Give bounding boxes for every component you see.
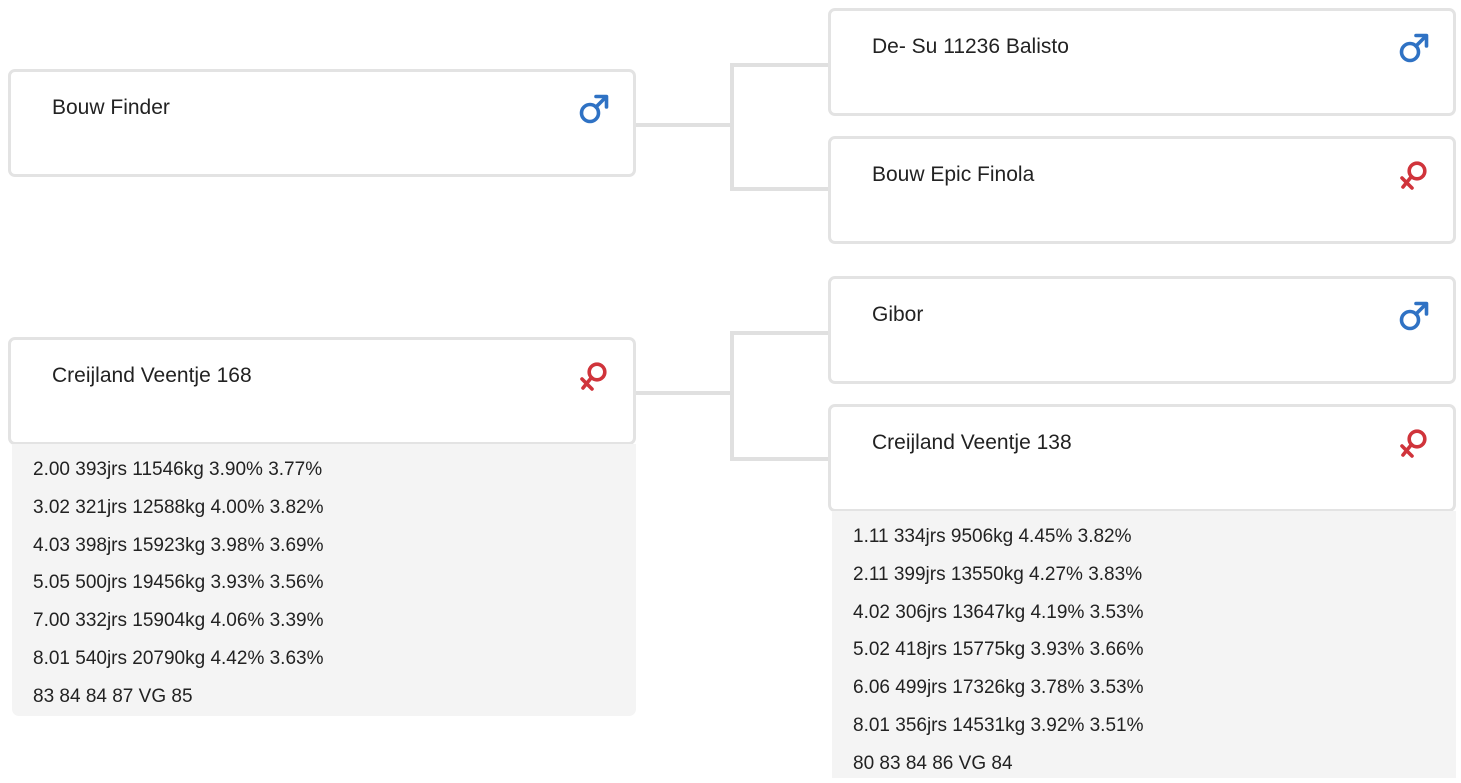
dam-sire-card[interactable]: Gibor [828,276,1456,384]
male-symbol-icon [1399,301,1429,331]
connector-sire-line-lower [730,125,830,191]
stats-line: 2.11 399jrs 13550kg 4.27% 3.83% [853,563,1143,585]
stats-line: 7.00 332jrs 15904kg 4.06% 3.39% [33,610,324,632]
stats-line: 6.06 499jrs 17326kg 3.78% 3.53% [853,677,1144,699]
sire-dam-card[interactable]: Bouw Epic Finola [828,136,1456,244]
stats-line: 80 83 84 86 VG 84 [853,752,1013,774]
dam-dam-stats-panel: 1.11 334jrs 9506kg 4.45% 3.82% 2.11 399j… [832,511,1456,778]
connector-dam-line [634,331,830,395]
animal-name: Creijland Veentje 138 [872,431,1072,454]
sire-sire-card[interactable]: De- Su 11236 Balisto [828,8,1456,116]
stats-line: 8.01 356jrs 14531kg 3.92% 3.51% [853,714,1144,736]
connector-sire-line [634,63,830,127]
stats-line: 2.00 393jrs 11546kg 3.90% 3.77% [33,459,323,480]
stats-line: 5.05 500jrs 19456kg 3.93% 3.56% [33,572,324,594]
stats-line: 4.03 398jrs 15923kg 3.98% 3.69% [33,534,324,556]
connector-dam-line-lower [730,393,830,461]
animal-name: Creijland Veentje 168 [52,364,252,387]
animal-name: Gibor [872,303,924,326]
animal-name: De- Su 11236 Balisto [872,35,1069,58]
animal-name: Bouw Finder [52,96,170,119]
stats-line: 3.02 321jrs 12588kg 4.00% 3.82% [33,496,324,518]
dam-card[interactable]: Creijland Veentje 168 [8,337,636,445]
female-symbol-icon [580,362,607,391]
dam-stats-panel: 2.00 393jrs 11546kg 3.90% 3.77% 3.02 321… [12,444,636,716]
male-symbol-icon [579,94,609,124]
female-symbol-icon [1400,161,1427,190]
stats-line: 4.02 306jrs 13647kg 4.19% 3.53% [853,601,1144,623]
stats-line: 1.11 334jrs 9506kg 4.45% 3.82% [853,526,1132,547]
animal-name: Bouw Epic Finola [872,163,1035,186]
female-symbol-icon [1400,429,1427,458]
sire-card[interactable]: Bouw Finder [8,69,636,177]
stats-line: 8.01 540jrs 20790kg 4.42% 3.63% [33,647,324,669]
dam-dam-card[interactable]: Creijland Veentje 138 [828,404,1456,512]
stats-line: 5.02 418jrs 15775kg 3.93% 3.66% [853,639,1144,661]
stats-line: 83 84 84 87 VG 85 [33,685,193,707]
male-symbol-icon [1399,33,1429,63]
